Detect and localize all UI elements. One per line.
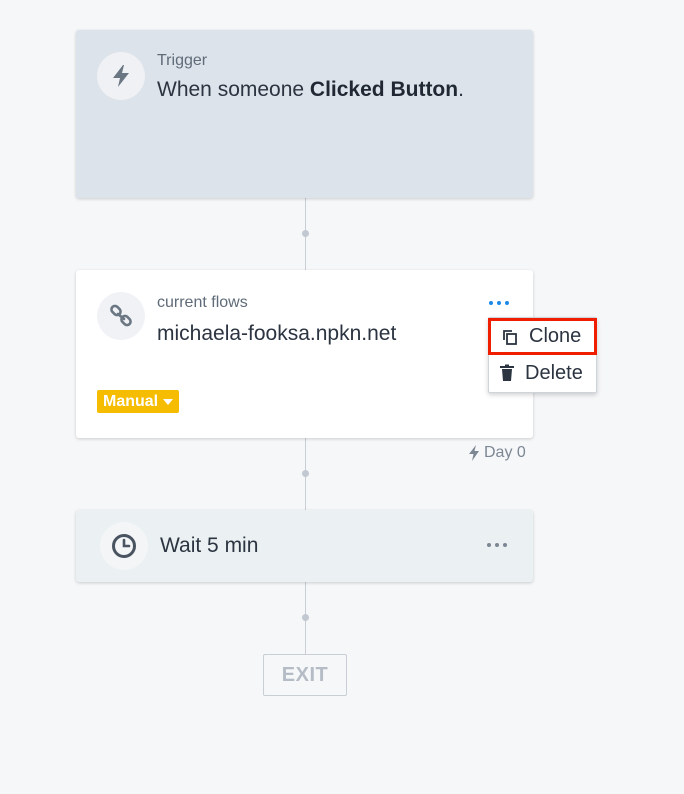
wait-label: Wait 5 min bbox=[160, 534, 259, 557]
trigger-card[interactable]: Trigger When someone Clicked Button. bbox=[76, 30, 533, 198]
trash-icon bbox=[500, 364, 514, 381]
day-label: Day 0 bbox=[484, 444, 526, 461]
trigger-suffix: . bbox=[458, 78, 464, 101]
flow-icon-circle bbox=[97, 292, 145, 340]
flow-more-button[interactable] bbox=[489, 301, 509, 305]
trigger-mode-dropdown[interactable]: Manual bbox=[97, 390, 180, 413]
wait-icon-circle bbox=[100, 522, 148, 570]
trigger-prefix: When someone bbox=[157, 78, 310, 101]
trigger-description: When someone Clicked Button. bbox=[157, 78, 464, 102]
connector-dot bbox=[302, 614, 309, 621]
flow-name: michaela-fooksa.npkn.net bbox=[157, 322, 397, 345]
lightning-icon bbox=[113, 65, 129, 87]
clock-icon bbox=[112, 534, 136, 558]
wait-card[interactable]: Wait 5 min bbox=[76, 510, 533, 582]
day-indicator: Day 0 bbox=[468, 444, 526, 462]
trigger-event: Clicked Button bbox=[309, 78, 459, 101]
flow-label: current flows bbox=[157, 294, 248, 311]
context-menu: Clone Delete bbox=[488, 317, 597, 393]
trigger-label: Trigger bbox=[157, 52, 208, 69]
lightning-icon bbox=[469, 445, 479, 461]
trigger-icon-circle bbox=[97, 52, 145, 100]
link-icon bbox=[110, 304, 132, 327]
clone-label: Clone bbox=[529, 325, 582, 347]
wait-more-button[interactable] bbox=[487, 543, 507, 547]
exit-node: EXIT bbox=[263, 654, 347, 696]
connector-dot bbox=[302, 230, 309, 237]
badge-label: Manual bbox=[103, 392, 159, 410]
caret-down-icon bbox=[163, 398, 174, 405]
flow-card[interactable]: current flows michaela-fooksa.npkn.net M… bbox=[76, 270, 533, 438]
delete-label: Delete bbox=[525, 361, 583, 384]
clone-menu-item[interactable]: Clone bbox=[488, 318, 597, 355]
connector-dot bbox=[302, 470, 309, 477]
delete-menu-item[interactable]: Delete bbox=[489, 355, 596, 391]
copy-icon bbox=[503, 329, 517, 345]
